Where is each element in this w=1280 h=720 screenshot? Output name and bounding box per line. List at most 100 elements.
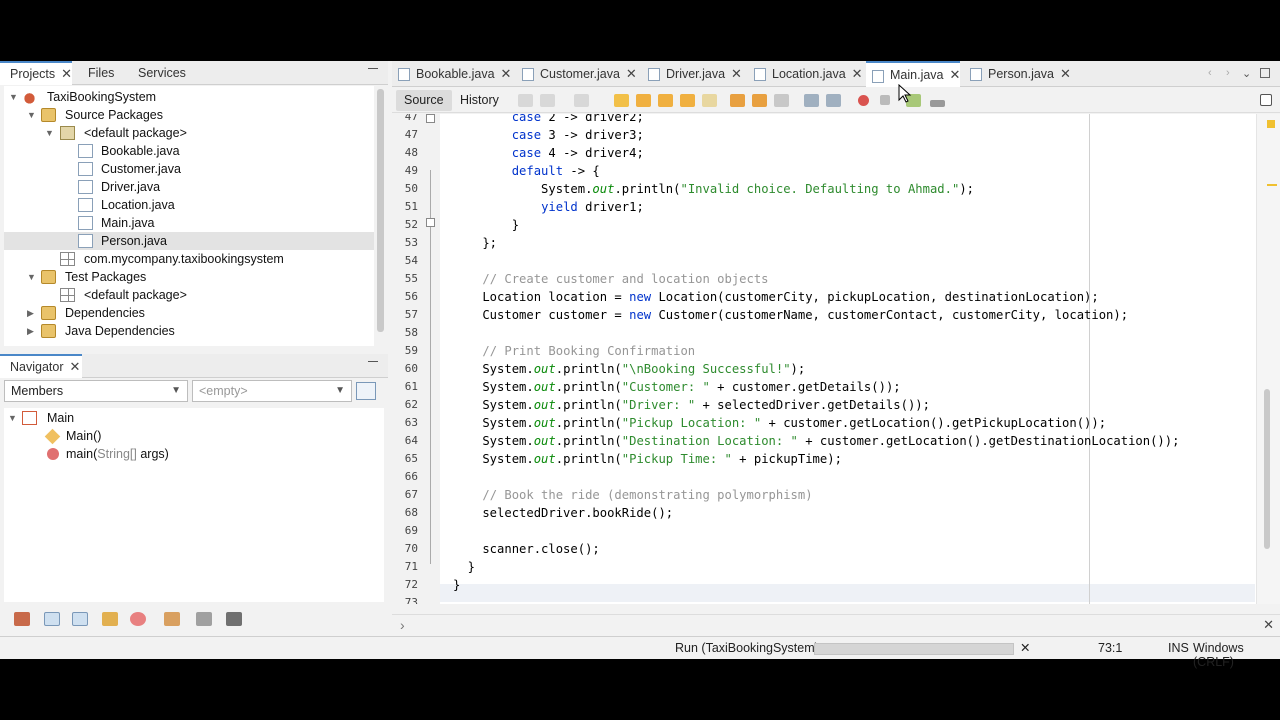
nav-item-class[interactable]: ▼ Main [4, 409, 374, 427]
line-number[interactable]: 47 [392, 126, 418, 144]
collapse-icon[interactable]: ▼ [27, 268, 37, 286]
nav-item-method[interactable]: main(String[] args) [4, 445, 374, 463]
toggle-highlight-icon[interactable] [680, 94, 695, 107]
code-line[interactable]: // Book the ride (demonstrating polymorp… [453, 486, 812, 504]
minimize-icon[interactable] [368, 68, 378, 69]
empty-select[interactable]: <empty> ▼ [192, 380, 352, 402]
line-number[interactable]: 48 [392, 144, 418, 162]
tree-item-default-package[interactable]: ▼ <default package> [4, 124, 374, 142]
back-icon[interactable] [540, 94, 555, 107]
line-number[interactable]: 71 [392, 558, 418, 576]
collapse-icon[interactable]: ▼ [9, 88, 19, 106]
close-icon[interactable]: ✕ [950, 67, 961, 82]
chevron-left-icon[interactable]: ‹ [1208, 67, 1212, 79]
line-number[interactable]: 61 [392, 378, 418, 396]
expand-icon[interactable]: ▶ [27, 322, 37, 340]
chevron-down-icon[interactable]: ⌄ [1242, 67, 1251, 80]
code-line[interactable]: System.out.println("Invalid choice. Defa… [453, 180, 974, 198]
expand-icon[interactable]: ▶ [27, 304, 37, 322]
code-line[interactable]: Location location = new Location(custome… [453, 288, 1098, 306]
sort-by-source-icon[interactable] [196, 612, 212, 626]
tree-item-file[interactable]: Location.java [4, 196, 374, 214]
line-number[interactable]: 58 [392, 324, 418, 342]
filter-inherited-icon[interactable] [102, 612, 118, 626]
maximize-icon[interactable] [1260, 68, 1270, 78]
tab-location[interactable]: Location.java ✕ [748, 61, 863, 87]
caret-position[interactable]: 73:1 [1098, 641, 1122, 655]
collapse-icon[interactable]: ▼ [45, 124, 55, 142]
tree-item-file[interactable]: Driver.java [4, 178, 374, 196]
previous-bookmark-icon[interactable] [730, 94, 745, 107]
tree-item-file-selected[interactable]: Person.java [4, 232, 374, 250]
tree-item-project[interactable]: ▼ TaxiBookingSystem [4, 88, 374, 106]
close-output-icon[interactable]: ✕ [1263, 617, 1274, 633]
find-next-icon[interactable] [658, 94, 673, 107]
close-icon[interactable]: ✕ [501, 66, 512, 81]
find-previous-icon[interactable] [636, 94, 651, 107]
tree-item-file[interactable]: Bookable.java [4, 142, 374, 160]
code-line[interactable]: System.out.println("Pickup Time: " + pic… [453, 450, 842, 468]
history-button[interactable]: History [452, 90, 507, 111]
warning-marker-icon[interactable] [1267, 120, 1275, 128]
line-number[interactable]: 51 [392, 198, 418, 216]
fqn-icon[interactable] [164, 612, 180, 626]
code-line[interactable]: // Print Booking Confirmation [453, 342, 695, 360]
toggle-bookmark-icon[interactable] [774, 94, 789, 107]
line-number[interactable]: 54 [392, 252, 418, 270]
code-line[interactable]: System.out.println("Customer: " + custom… [453, 378, 900, 396]
members-filter-select[interactable]: Members ▼ [4, 380, 188, 402]
insert-mode[interactable]: INS [1168, 641, 1189, 655]
line-number[interactable]: 69 [392, 522, 418, 540]
toggle-rect-select-icon[interactable] [702, 94, 717, 107]
code-line[interactable]: } [453, 558, 475, 576]
code-line[interactable]: Customer customer = new Customer(custome… [453, 306, 1128, 324]
last-edit-icon[interactable] [518, 94, 533, 107]
code-line[interactable]: System.out.println("Pickup Location: " +… [453, 414, 1106, 432]
line-number[interactable]: 73 [392, 594, 418, 604]
vertical-scrollbar-thumb[interactable] [1264, 389, 1270, 549]
chevron-right-icon[interactable]: › [1226, 67, 1230, 79]
line-number[interactable]: 59 [392, 342, 418, 360]
line-ending[interactable]: Windows (CRLF) [1193, 641, 1280, 669]
tab-customer[interactable]: Customer.java ✕ [516, 61, 637, 87]
close-icon[interactable]: ✕ [852, 66, 863, 81]
filter-methods-icon[interactable] [130, 612, 146, 626]
code-line[interactable]: case 2 -> driver2; [453, 114, 644, 126]
error-stripe[interactable] [1256, 114, 1280, 604]
close-icon[interactable]: ✕ [61, 66, 72, 81]
code-line[interactable]: } [453, 576, 460, 594]
sort-by-name-icon[interactable] [226, 612, 242, 626]
code-line[interactable]: scanner.close(); [453, 540, 599, 558]
tab-driver[interactable]: Driver.java ✕ [642, 61, 742, 87]
line-number[interactable]: 70 [392, 540, 418, 558]
collapse-icon[interactable]: ▼ [8, 409, 18, 427]
line-number[interactable]: 57 [392, 306, 418, 324]
line-number[interactable]: 68 [392, 504, 418, 522]
close-icon[interactable]: ✕ [626, 66, 637, 81]
tree-item-java-dependencies[interactable]: ▶ Java Dependencies [4, 322, 374, 340]
tab-bookable[interactable]: Bookable.java ✕ [392, 61, 511, 87]
line-number[interactable]: 64 [392, 432, 418, 450]
fold-icon[interactable] [426, 114, 435, 123]
code-line[interactable]: } [453, 216, 519, 234]
next-bookmark-icon[interactable] [752, 94, 767, 107]
tree-item-test-packages[interactable]: ▼ Test Packages [4, 268, 374, 286]
line-number[interactable]: 63 [392, 414, 418, 432]
line-number[interactable]: 55 [392, 270, 418, 288]
tree-item-source-packages[interactable]: ▼ Source Packages [4, 106, 374, 124]
shift-right-icon[interactable] [826, 94, 841, 107]
code-editor[interactable]: 47 47 48 49 50 51 52 53 54 55 56 57 58 59 60 61 62 63 64 65… [392, 114, 1280, 604]
warning-line-marker[interactable] [1267, 184, 1277, 186]
uncomment-icon[interactable] [930, 100, 945, 107]
tab-projects[interactable]: Projects ✕ [0, 61, 72, 85]
tab-main[interactable]: Main.java ✕ [866, 61, 960, 87]
code-line[interactable]: }; [453, 234, 497, 252]
tree-item-package[interactable]: <default package> [4, 286, 374, 304]
code-line[interactable]: default -> { [453, 162, 600, 180]
filter-fields-icon[interactable] [14, 612, 30, 626]
line-number[interactable]: 72 [392, 576, 418, 594]
line-number[interactable]: 65 [392, 450, 418, 468]
find-icon[interactable] [614, 94, 629, 107]
tab-person[interactable]: Person.java ✕ [964, 61, 1071, 87]
run-status-label[interactable]: Run (TaxiBookingSystem) [675, 641, 819, 655]
